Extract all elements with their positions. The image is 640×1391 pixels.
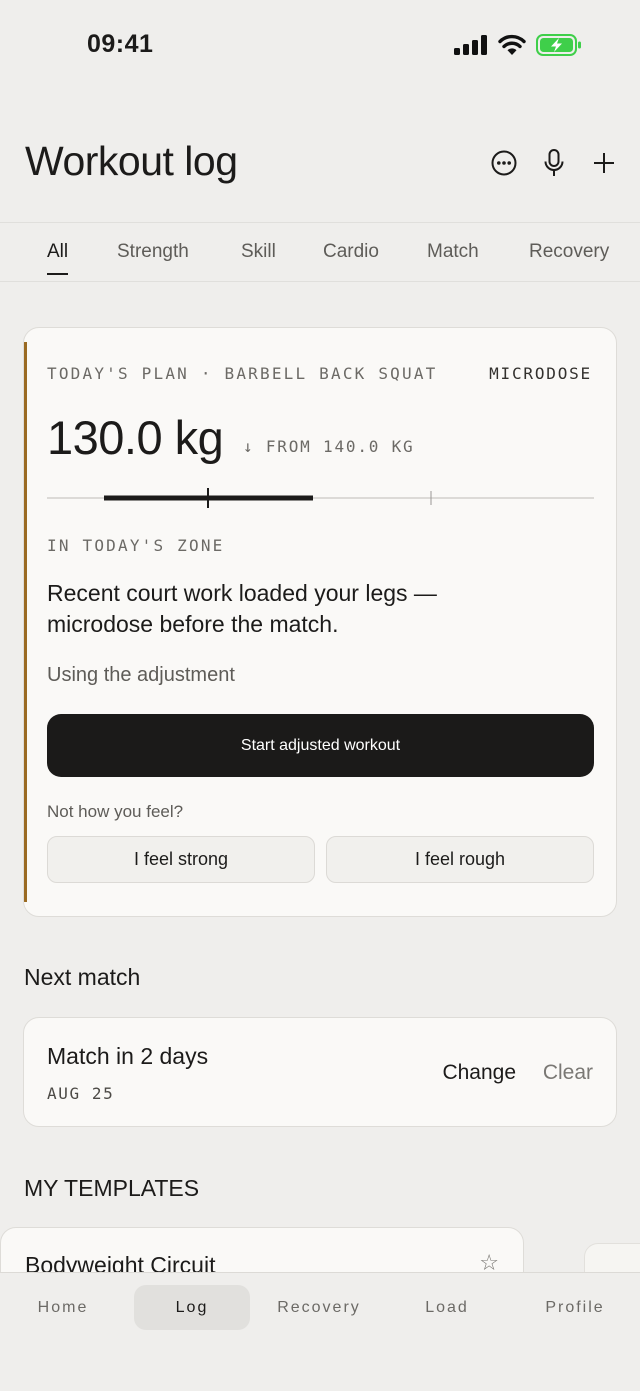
- change-match-button[interactable]: Change: [442, 1061, 516, 1085]
- plus-icon: [594, 153, 614, 173]
- tab-match[interactable]: Match: [427, 241, 479, 263]
- todays-plan-card: TODAY'S PLAN · BARBELL BACK SQUAT MICROD…: [23, 327, 617, 917]
- microphone-button[interactable]: [540, 148, 568, 178]
- nav-log[interactable]: Log: [134, 1285, 250, 1330]
- clear-match-button[interactable]: Clear: [543, 1061, 593, 1085]
- plan-weight: 130.0 kg: [47, 411, 224, 464]
- category-tabs: All Strength Skill Cardio Match Recovery: [0, 222, 640, 282]
- tab-recovery[interactable]: Recovery: [529, 241, 609, 263]
- zone-label: IN TODAY'S ZONE: [47, 536, 225, 555]
- next-match-heading: Next match: [24, 964, 141, 990]
- tab-skill[interactable]: Skill: [241, 241, 276, 263]
- nav-home[interactable]: Home: [0, 1285, 126, 1330]
- header-actions: [490, 148, 618, 178]
- templates-heading: MY TEMPLATES: [24, 1175, 200, 1201]
- nav-profile[interactable]: Profile: [512, 1285, 638, 1330]
- status-time: 09:41: [87, 30, 154, 58]
- wifi-icon: [498, 34, 526, 55]
- feel-strong-button[interactable]: I feel strong: [47, 836, 315, 883]
- tab-strength[interactable]: Strength: [117, 241, 189, 263]
- page-title: Workout log: [25, 138, 238, 184]
- plan-tag: MICRODOSE: [489, 364, 592, 383]
- add-button[interactable]: [590, 148, 618, 178]
- tab-cardio[interactable]: Cardio: [323, 241, 379, 263]
- signal-icon: [454, 35, 487, 55]
- start-adjusted-workout-button[interactable]: Start adjusted workout: [47, 714, 594, 777]
- feel-prompt: Not how you feel?: [47, 802, 184, 821]
- bottom-nav: Home Log Recovery Load Profile: [0, 1272, 640, 1391]
- battery-charging-icon: [536, 34, 581, 56]
- zone-indicator: [47, 488, 594, 508]
- more-icon: [491, 150, 517, 176]
- plan-subtext: Using the adjustment: [47, 664, 235, 686]
- more-button[interactable]: [490, 148, 518, 178]
- plan-eyebrow: TODAY'S PLAN · BARBELL BACK SQUAT: [47, 364, 438, 383]
- status-icons: [454, 34, 582, 56]
- microphone-icon: [544, 149, 564, 176]
- status-bar: 09:41: [0, 0, 640, 95]
- plan-from-weight: ↓ FROM 140.0 KG: [243, 437, 415, 456]
- next-match-card: Match in 2 days AUG 25 Change Clear: [23, 1017, 617, 1127]
- tab-all[interactable]: All: [47, 241, 69, 275]
- match-date: AUG 25: [47, 1084, 115, 1103]
- plan-accent-bar: [24, 342, 27, 902]
- match-title: Match in 2 days: [47, 1043, 209, 1069]
- header: Workout log: [0, 130, 640, 200]
- nav-load[interactable]: Load: [384, 1285, 510, 1330]
- plan-message: Recent court work loaded your legs — mic…: [47, 580, 437, 637]
- nav-recovery[interactable]: Recovery: [256, 1285, 382, 1330]
- feel-rough-button[interactable]: I feel rough: [326, 836, 594, 883]
